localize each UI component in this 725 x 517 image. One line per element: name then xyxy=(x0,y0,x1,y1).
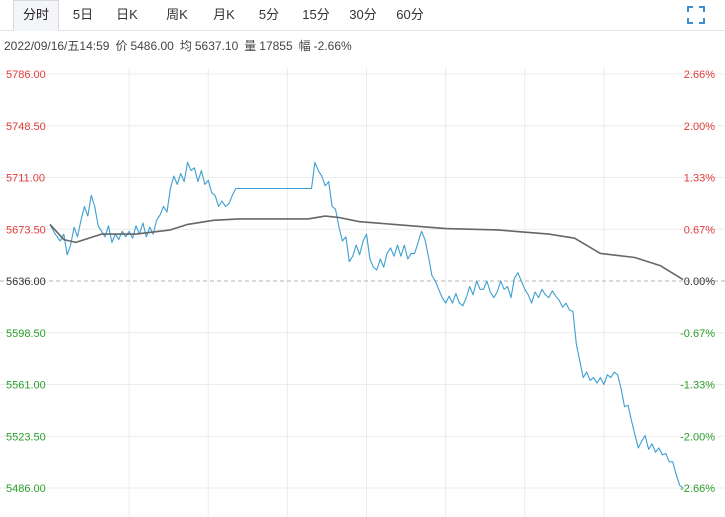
expand-icon[interactable] xyxy=(687,6,705,24)
pct-tick-label: 2.66% xyxy=(684,69,715,81)
period-tabs: 分时 5日 日K 周K 月K 5分 15分 30分 60分 xyxy=(0,0,725,31)
tab-monthly-k[interactable]: 月K xyxy=(207,0,241,30)
tab-15min[interactable]: 15分 xyxy=(297,0,335,30)
tab-daily-k[interactable]: 日K xyxy=(110,0,144,30)
pct-tick-label: -2.66% xyxy=(680,483,715,495)
intraday-chart: 5786.00 5748.50 5711.00 5673.50 5636.00 5598.… xyxy=(0,68,725,517)
volume-value: 17855 xyxy=(259,39,293,53)
y-tick-label: 5748.50 xyxy=(6,121,46,133)
tab-60min[interactable]: 60分 xyxy=(391,0,429,30)
y-tick-label: 5523.50 xyxy=(6,431,46,443)
y-tick-label: 5561.00 xyxy=(6,380,46,392)
price-axis: 5786.00 5748.50 5711.00 5673.50 5636.00 5598.… xyxy=(6,69,46,495)
pct-tick-label: 0.67% xyxy=(684,224,715,236)
quote-datetime: 2022/09/16/五14:59 xyxy=(4,39,110,53)
price-value: 5486.00 xyxy=(130,39,174,53)
pct-tick-label: -0.67% xyxy=(680,328,715,340)
chart-grid xyxy=(0,68,725,517)
y-tick-label: 5711.00 xyxy=(6,173,45,185)
quote-info-bar: 2022/09/16/五14:59 价 5486.00 均 5637.10 量 17855 幅… xyxy=(4,37,358,54)
avg-value: 5637.10 xyxy=(194,39,239,53)
tab-5day[interactable]: 5日 xyxy=(66,0,100,30)
change-label: 幅 xyxy=(298,39,311,53)
tab-weekly-k[interactable]: 周K xyxy=(160,0,194,30)
pct-tick-label: 1.33% xyxy=(684,173,715,185)
y-tick-label: 5636.00 xyxy=(6,276,46,288)
price-label: 价 xyxy=(115,39,128,53)
volume-label: 量 xyxy=(244,39,257,53)
percent-axis: 2.66% 2.00% 1.33% 0.67% 0.00% -0.67% -1.33% -2.… xyxy=(680,69,715,495)
y-tick-label: 5673.50 xyxy=(6,224,46,236)
y-tick-label: 5486.00 xyxy=(6,483,46,495)
pct-tick-label: 2.00% xyxy=(684,121,715,133)
avg-label: 均 xyxy=(179,39,192,53)
pct-tick-label: -2.00% xyxy=(680,431,715,443)
y-tick-label: 5786.00 xyxy=(6,69,46,81)
tab-5min[interactable]: 5分 xyxy=(252,0,286,30)
change-value: -2.66% xyxy=(313,39,352,53)
pct-tick-label: 0.00% xyxy=(684,276,715,288)
y-tick-label: 5598.50 xyxy=(6,328,46,340)
pct-tick-label: -1.33% xyxy=(680,380,715,392)
tab-intraday[interactable]: 分时 xyxy=(13,0,59,31)
tab-30min[interactable]: 30分 xyxy=(344,0,382,30)
